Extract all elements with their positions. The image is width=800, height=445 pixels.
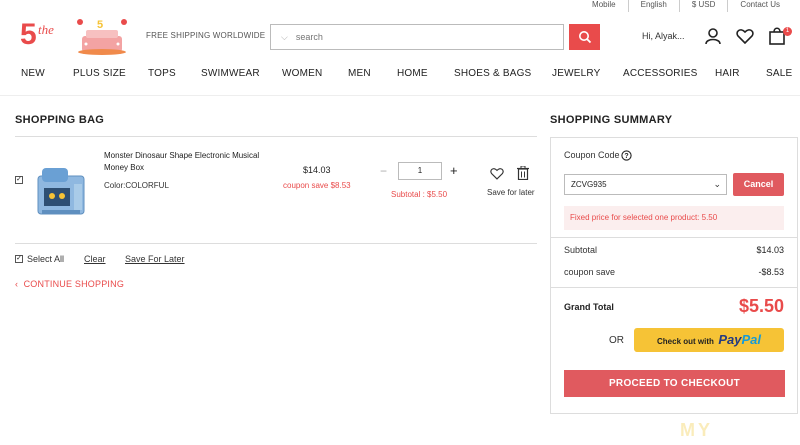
watermark: MY: [680, 420, 713, 440]
summary-divider: [551, 287, 797, 288]
nav-item-plus-size[interactable]: PLUS SIZE: [73, 68, 126, 79]
save-for-later-link[interactable]: Save For Later: [125, 254, 185, 264]
nav-item-new[interactable]: NEW: [21, 68, 45, 79]
item-subtotal: Subtotal : $5.50: [391, 190, 448, 199]
search-box[interactable]: ⌵: [270, 24, 564, 50]
summary-divider: [551, 237, 797, 238]
header-divider: [0, 95, 800, 96]
user-greeting[interactable]: Hi, Alyak...: [642, 31, 685, 41]
product-coupon-save: coupon save $8.53: [283, 181, 351, 190]
cancel-coupon-button[interactable]: Cancel: [733, 173, 784, 196]
quantity-increase-button[interactable]: +: [450, 163, 458, 178]
coupon-fixed-price-note: Fixed price for selected one product: 5.…: [564, 206, 784, 230]
quantity-decrease-button[interactable]: −: [380, 164, 387, 178]
coupon-save-label: coupon save: [564, 267, 616, 277]
select-all-checkbox[interactable]: ✓: [15, 255, 23, 263]
wishlist-heart-icon[interactable]: [736, 28, 754, 47]
paypal-logo-pal: Pal: [741, 332, 761, 347]
site-logo[interactable]: 5 the 5: [20, 14, 140, 56]
coupon-code-select[interactable]: ZCVG935 ⌄: [564, 174, 727, 195]
subtotal-label: Subtotal: [564, 245, 598, 255]
free-shipping-banner: FREE SHIPPING WORLDWIDE: [146, 31, 266, 40]
svg-text:5: 5: [97, 19, 103, 31]
chevron-down-icon: ⌄: [713, 179, 721, 189]
user-icon[interactable]: [704, 27, 722, 48]
svg-text:5: 5: [20, 18, 37, 51]
bag-divider-bottom: [15, 243, 537, 244]
paypal-logo-pay: Pay: [718, 332, 742, 347]
coupon-save-value: -$8.53: [758, 267, 784, 277]
chevron-left-icon: ‹: [15, 279, 19, 289]
or-separator: OR: [609, 335, 624, 346]
item-checkbox[interactable]: ✓: [15, 176, 23, 184]
topbar-contact-link[interactable]: Contact Us: [727, 0, 792, 12]
nav-item-jewelry[interactable]: JEWELRY: [552, 68, 600, 79]
shopping-bag-title: SHOPPING BAG: [15, 114, 105, 126]
svg-text:?: ?: [624, 153, 628, 160]
chevron-down-icon[interactable]: ⌵: [281, 32, 288, 43]
topbar-language-link[interactable]: English: [627, 0, 679, 12]
save-for-later-button[interactable]: Save for later: [487, 188, 535, 197]
nav-item-women[interactable]: WOMEN: [282, 68, 322, 79]
nav-item-hair[interactable]: HAIR: [715, 68, 740, 79]
subtotal-value: $14.03: [756, 245, 784, 255]
paypal-prefix: Check out with: [657, 337, 714, 346]
quantity-input[interactable]: 1: [398, 162, 442, 180]
topbar-currency-link[interactable]: $ USD: [678, 0, 728, 12]
continue-shopping-label: CONTINUE SHOPPING: [23, 279, 125, 289]
shopping-summary-title: SHOPPING SUMMARY: [550, 114, 673, 126]
search-input[interactable]: [295, 32, 536, 42]
trash-icon[interactable]: [517, 165, 529, 183]
search-button[interactable]: [569, 24, 600, 50]
product-name[interactable]: Monster Dinosaur Shape Electronic Musica…: [104, 150, 264, 174]
top-utility-bar: Mobile English $ USD Contact Us: [580, 0, 792, 12]
product-image[interactable]: [32, 158, 94, 220]
help-question-icon[interactable]: ?: [621, 150, 632, 164]
nav-item-tops[interactable]: TOPS: [148, 68, 176, 79]
search-icon: [578, 31, 591, 44]
add-to-wishlist-heart-icon[interactable]: [490, 167, 504, 183]
nav-item-men[interactable]: MEN: [348, 68, 371, 79]
select-all-label[interactable]: Select All: [27, 254, 64, 264]
grand-total-label: Grand Total: [564, 302, 614, 312]
nav-item-accessories[interactable]: ACCESSORIES: [623, 68, 697, 79]
proceed-to-checkout-button[interactable]: PROCEED TO CHECKOUT: [564, 370, 785, 397]
main-nav: NEW PLUS SIZE TOPS SWIMWEAR WOMEN MEN HO…: [0, 68, 800, 82]
nav-item-shoes-bags[interactable]: SHOES & BAGS: [454, 68, 531, 79]
product-price: $14.03: [303, 165, 331, 175]
nav-item-home[interactable]: HOME: [397, 68, 428, 79]
topbar-mobile-link[interactable]: Mobile: [580, 0, 628, 12]
continue-shopping-link[interactable]: ‹ CONTINUE SHOPPING: [15, 279, 124, 289]
coupon-code-label: Coupon Code: [564, 150, 620, 160]
grand-total-value: $5.50: [738, 296, 784, 316]
nav-item-swimwear[interactable]: SWIMWEAR: [201, 68, 260, 79]
bag-count-badge: 1: [783, 27, 792, 36]
product-color: Color:COLORFUL: [104, 181, 169, 190]
clear-link[interactable]: Clear: [84, 254, 106, 264]
nav-item-sale[interactable]: SALE: [766, 68, 792, 79]
svg-text:the: the: [38, 22, 54, 37]
bag-divider: [15, 136, 537, 137]
paypal-checkout-button[interactable]: Check out with PayPal: [634, 328, 784, 352]
coupon-code-value: ZCVG935: [571, 180, 607, 189]
